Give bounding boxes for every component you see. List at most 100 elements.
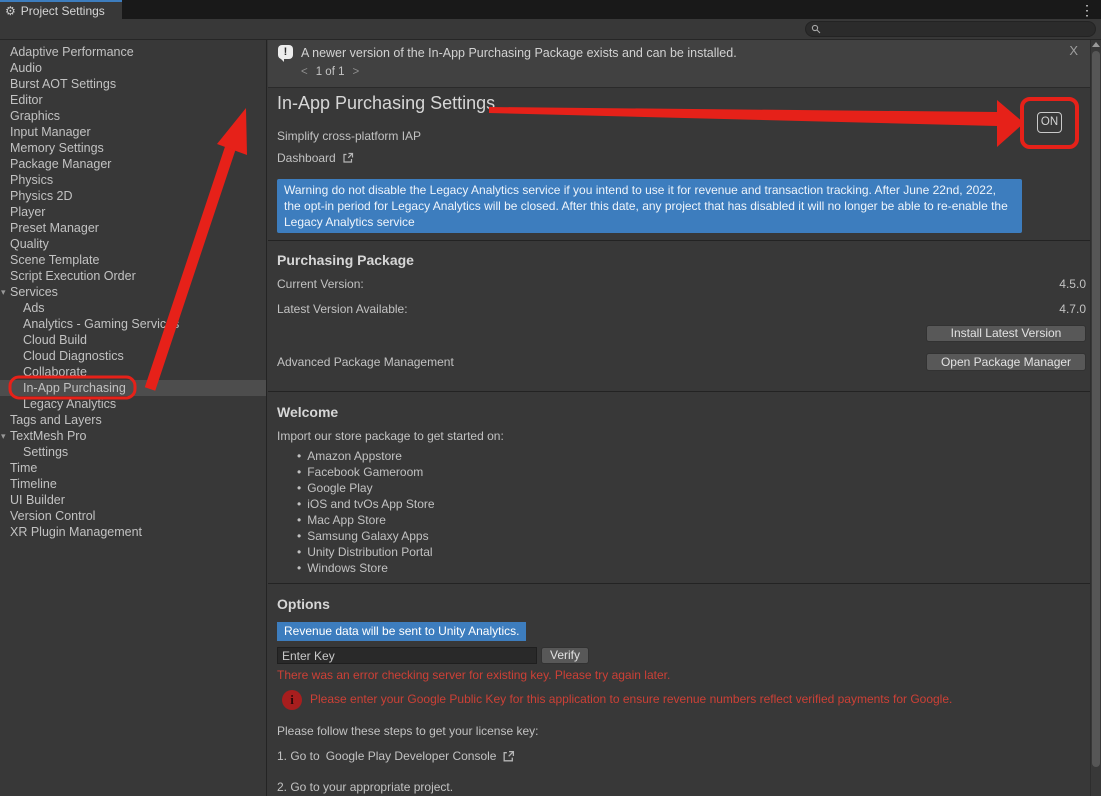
sidebar-item[interactable]: ▾ Cloud Build [0,332,266,348]
kebab-menu-icon[interactable]: ⋮ [1080,2,1094,19]
store-name: Unity Distribution Portal [307,544,432,560]
step2-text: 2. Go to your appropriate project. [277,780,453,794]
latest-version-value: 4.7.0 [1059,302,1086,316]
annotation-arrow-right-head [997,100,1024,147]
bullet-icon: • [297,496,301,512]
sidebar-item-label: XR Plugin Management [10,525,142,539]
sidebar-item-label: Timeline [10,477,57,491]
scrollbar-thumb[interactable] [1092,51,1100,767]
pager-prev-icon[interactable]: < [301,66,308,78]
store-name: Facebook Gameroom [307,464,423,480]
sidebar-item-label: Adaptive Performance [10,45,134,59]
search-box[interactable] [805,21,1096,37]
analytics-notice-badge: Revenue data will be sent to Unity Analy… [277,622,526,641]
store-list: • Amazon Appstore • Facebook Gameroom • … [297,448,435,576]
sidebar-item[interactable]: ▾ XR Plugin Management [0,524,266,540]
sidebar-item[interactable]: ▾ Services [0,284,266,300]
server-error-message: There was an error checking server for e… [277,668,670,682]
sidebar-item[interactable]: ▾ Package Manager [0,156,266,172]
sidebar-item-label: Cloud Build [23,333,87,347]
close-icon[interactable]: X [1069,43,1078,58]
options-title: Options [277,596,330,612]
sidebar-item[interactable]: ▾ Scene Template [0,252,266,268]
sidebar-item[interactable]: ▾ Collaborate [0,364,266,380]
sidebar-item[interactable]: ▾ Timeline [0,476,266,492]
sidebar-item[interactable]: ▾ Time [0,460,266,476]
sidebar-item[interactable]: ▾ Settings [0,444,266,460]
sidebar-item[interactable]: ▾ Adaptive Performance [0,44,266,60]
sidebar-item-label: Preset Manager [10,221,99,235]
store-list-item: • Unity Distribution Portal [297,544,435,560]
sidebar-item[interactable]: ▾ Ads [0,300,266,316]
sidebar-item[interactable]: ▾ Graphics [0,108,266,124]
sidebar-item[interactable]: ▾ TextMesh Pro [0,428,266,444]
install-latest-version-button[interactable]: Install Latest Version [926,325,1086,342]
current-version-label: Current Version: [277,277,364,291]
sidebar-item[interactable]: ▾ In-App Purchasing [0,380,266,396]
notification-message: A newer version of the In-App Purchasing… [301,46,737,60]
sidebar-item[interactable]: ▾ Cloud Diagnostics [0,348,266,364]
sidebar-item[interactable]: ▾ Burst AOT Settings [0,76,266,92]
sidebar-item-label: Input Manager [10,125,91,139]
store-name: Mac App Store [307,512,386,528]
sidebar-item[interactable]: ▾ Legacy Analytics [0,396,266,412]
annotation-arrow-right-shaft [489,107,997,126]
section-divider [268,240,1090,241]
sidebar-item[interactable]: ▾ Script Execution Order [0,268,266,284]
sidebar-item[interactable]: ▾ Analytics - Gaming Services [0,316,266,332]
sidebar-item[interactable]: ▾ Version Control [0,508,266,524]
notification-banner: ! A newer version of the In-App Purchasi… [268,40,1090,88]
sidebar-item-label: Tags and Layers [10,413,102,427]
sidebar-item[interactable]: ▾ Player [0,204,266,220]
store-name: Google Play [307,480,372,496]
sidebar-item-label: Cloud Diagnostics [23,349,124,363]
sidebar-item-label: Time [10,461,37,475]
sidebar-item[interactable]: ▾ Memory Settings [0,140,266,156]
verify-button[interactable]: Verify [541,647,589,664]
sidebar-item[interactable]: ▾ UI Builder [0,492,266,508]
license-key-input[interactable] [277,647,537,664]
sidebar-item[interactable]: ▾ Input Manager [0,124,266,140]
tab-project-settings[interactable]: ⚙ Project Settings [0,0,122,19]
search-input[interactable] [825,23,1075,35]
step1-prefix: 1. Go to [277,749,320,763]
toolbar [0,19,1101,40]
foldout-triangle-icon[interactable]: ▾ [1,284,6,300]
sidebar-item-label: Burst AOT Settings [10,77,116,91]
open-package-manager-button[interactable]: Open Package Manager [926,353,1086,371]
section-divider [268,583,1090,584]
dashboard-label: Dashboard [277,151,336,165]
page-subtitle: Simplify cross-platform IAP [277,129,421,143]
bullet-icon: • [297,544,301,560]
sidebar-item-label: Audio [10,61,42,75]
sidebar-item[interactable]: ▾ Physics [0,172,266,188]
tab-bar: ⚙ Project Settings ⋮ [0,0,1101,19]
tab-title: Project Settings [21,4,105,18]
sidebar-item-label: Legacy Analytics [23,397,116,411]
foldout-triangle-icon[interactable]: ▾ [1,428,6,444]
external-link-icon[interactable] [502,750,515,763]
sidebar-item-label: Graphics [10,109,60,123]
sidebar-item[interactable]: ▾ Tags and Layers [0,412,266,428]
current-version-value: 4.5.0 [1059,277,1086,291]
advanced-package-management-label: Advanced Package Management [277,355,454,369]
sidebar-item[interactable]: ▾ Audio [0,60,266,76]
google-play-console-link[interactable]: Google Play Developer Console [326,749,497,763]
pager-next-icon[interactable]: > [353,66,360,78]
scroll-up-arrow-icon[interactable] [1092,42,1100,47]
store-list-item: • Facebook Gameroom [297,464,435,480]
latest-version-label: Latest Version Available: [277,302,408,316]
store-name: Windows Store [307,560,388,576]
dashboard-link[interactable]: Dashboard [277,151,354,165]
sidebar-item[interactable]: ▾ Editor [0,92,266,108]
legacy-analytics-warning: Warning do not disable the Legacy Analyt… [277,179,1022,233]
sidebar-item-label: Version Control [10,509,95,523]
service-toggle-on-button[interactable]: ON [1037,112,1062,133]
sidebar-item[interactable]: ▾ Physics 2D [0,188,266,204]
sidebar-item[interactable]: ▾ Preset Manager [0,220,266,236]
pager-count: 1 of 1 [316,66,345,78]
sidebar-item[interactable]: ▾ Quality [0,236,266,252]
store-name: Amazon Appstore [307,448,402,464]
sidebar-item-label: Collaborate [23,365,87,379]
store-list-item: • iOS and tvOs App Store [297,496,435,512]
